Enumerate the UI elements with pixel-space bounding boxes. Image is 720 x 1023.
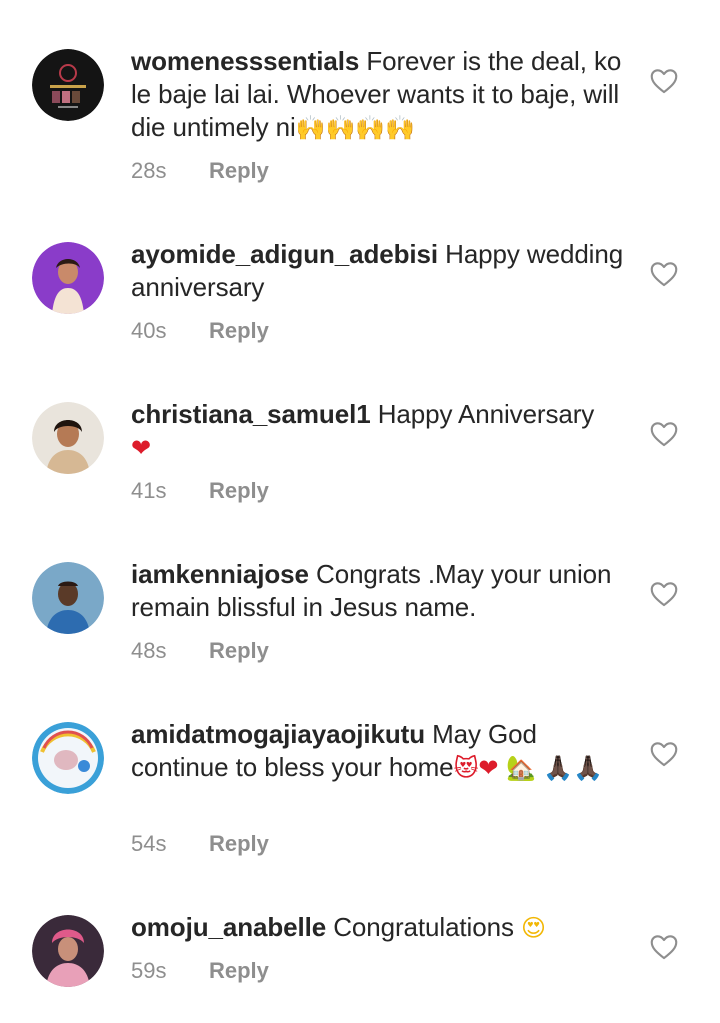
like-button[interactable] [650, 261, 678, 287]
comment-username[interactable]: iamkenniajose [131, 559, 309, 589]
profile-photo-icon [32, 402, 104, 474]
avatar[interactable] [32, 402, 104, 474]
comment-meta: 41s Reply [131, 478, 269, 504]
avatar[interactable] [32, 562, 104, 634]
reply-button[interactable]: Reply [209, 638, 269, 664]
comment-text: iamkenniajose Congrats .May your union r… [131, 558, 631, 624]
comment-meta: 40s Reply [131, 318, 269, 344]
comment-timestamp: 48s [131, 638, 167, 663]
like-button[interactable] [650, 68, 678, 94]
comment-timestamp: 40s [131, 318, 167, 343]
comment-meta: 59s Reply [131, 958, 269, 984]
comment-username[interactable]: omoju_anabelle [131, 912, 326, 942]
heart-outline-icon [650, 582, 678, 607]
heart-outline-icon [650, 69, 678, 94]
like-button[interactable] [650, 421, 678, 447]
like-button[interactable] [650, 741, 678, 767]
emoji-group: 😻❤ 🏡 🙏🏿🙏🏿 [453, 754, 603, 782]
red-heart-emoji: ❤ [131, 434, 152, 462]
heart-outline-icon [650, 935, 678, 960]
comment-timestamp: 54s [131, 831, 167, 856]
reply-button[interactable]: Reply [209, 158, 269, 184]
comment-username[interactable]: christiana_samuel1 [131, 399, 371, 429]
profile-photo-icon [32, 562, 104, 634]
reply-button[interactable]: Reply [209, 478, 269, 504]
comment-text: omoju_anabelle Congratulations 😍 [131, 911, 631, 944]
heart-outline-icon [650, 742, 678, 767]
comment-text: amidatmogajiayaojikutu May God continue … [131, 718, 631, 784]
comment-username[interactable]: amidatmogajiayaojikutu [131, 719, 425, 749]
brand-logo-icon [32, 49, 104, 121]
comment-text: christiana_samuel1 Happy Anniversary ❤ [131, 398, 631, 464]
comment-body: Congratulations [333, 912, 514, 942]
like-button[interactable] [650, 581, 678, 607]
reply-button[interactable]: Reply [209, 318, 269, 344]
heart-outline-icon [650, 262, 678, 287]
raising-hands-emoji: 🙌🙌🙌🙌 [295, 114, 415, 142]
avatar[interactable] [32, 915, 104, 987]
like-button[interactable] [650, 934, 678, 960]
profile-photo-icon [32, 722, 104, 794]
reply-button[interactable]: Reply [209, 958, 269, 984]
comment-timestamp: 28s [131, 158, 167, 183]
comment-meta: 28s Reply [131, 158, 269, 184]
comment-text: ayomide_adigun_adebisi Happy wedding ann… [131, 238, 631, 304]
comment-meta: 54s Reply [131, 831, 269, 857]
comment-timestamp: 59s [131, 958, 167, 983]
comment-body: Happy Anniversary [377, 399, 595, 429]
avatar[interactable] [32, 49, 104, 121]
heart-eyes-emoji: 😍 [520, 914, 546, 942]
profile-photo-icon [32, 242, 104, 314]
comment-text: womenesssentials Forever is the deal, ko… [131, 45, 631, 144]
heart-outline-icon [650, 422, 678, 447]
reply-button[interactable]: Reply [209, 831, 269, 857]
profile-photo-icon [32, 915, 104, 987]
comment-meta: 48s Reply [131, 638, 269, 664]
avatar[interactable] [32, 242, 104, 314]
comment-timestamp: 41s [131, 478, 167, 503]
avatar[interactable] [32, 722, 104, 794]
comment-username[interactable]: ayomide_adigun_adebisi [131, 239, 438, 269]
comment-username[interactable]: womenesssentials [131, 46, 359, 76]
